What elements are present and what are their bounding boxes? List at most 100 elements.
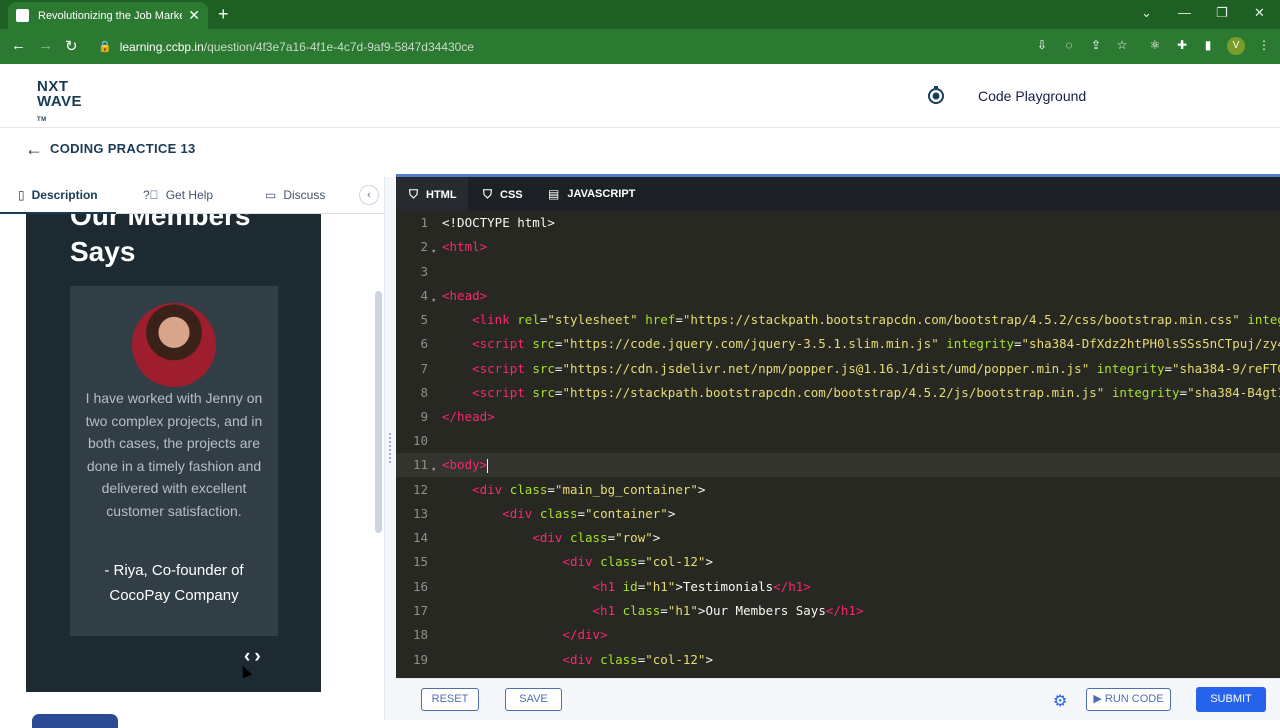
active-line-highlight [396,453,1280,477]
line-number: 16 [412,579,428,594]
back-arrow-icon[interactable]: ← [25,139,43,160]
fold-icon[interactable]: ▾ [431,465,436,475]
extension-react-icon[interactable]: ⚛ [1148,38,1162,52]
description-panel: Our Members Says I have worked with Jenn… [0,214,384,720]
html5-icon: ⛉ [409,187,419,201]
help-circle-icon: ?⃝ [143,188,159,202]
line-number: 18 [412,627,428,642]
code-line: </div> [562,627,608,642]
editor-footer: RESET SAVE ⚙ ▶ RUN CODE SUBMIT [396,678,1280,720]
line-number: 4 [420,288,428,303]
left-panel-tabs: ▯ Description ?⃝ Get Help ▭ Discuss [0,177,384,214]
tab-html[interactable]: ⛉ HTML [409,187,457,202]
line-number: 9 [420,409,428,424]
nxtwave-logo[interactable]: NXT WAVE TM [37,79,82,128]
line-number: 11 [412,457,428,472]
settings-gear-icon[interactable]: ⚙ [1053,691,1067,711]
code-playground-link[interactable]: Code Playground [978,88,1086,104]
line-number: 13 [412,506,428,521]
code-line: <div class="main_bg_container"> [472,482,706,497]
preview-heading: Our Members Says [70,214,251,267]
back-icon[interactable]: ← [11,37,26,54]
new-tab-icon[interactable]: + [218,4,229,25]
text-caret [487,458,489,473]
code-line: <link rel="stylesheet" href="https://sta… [472,312,1280,327]
forward-icon[interactable]: → [38,37,53,54]
line-number: 15 [412,554,428,569]
line-number: 3 [420,264,428,279]
line-number: 7 [420,361,428,376]
tab-css[interactable]: ⛉ CSS [483,187,523,202]
page-title: CODING PRACTICE 13 [50,141,196,156]
code-line: <div class="container"> [502,506,676,521]
document-icon: ▯ [18,188,25,202]
code-line: </head> [442,409,495,424]
bookmark-star-icon[interactable]: ☆ [1115,38,1129,52]
site-header: NXT WAVE TM Code Playground [0,64,1280,128]
fold-icon[interactable]: ▾ [431,296,436,306]
code-line: <h1 id="h1">Testimonials</h1> [592,579,811,594]
close-window-icon[interactable]: ✕ [1254,5,1265,21]
line-number: 6 [420,336,428,351]
close-tab-icon[interactable]: ✕ [188,7,200,24]
tab-search-icon[interactable]: ⌄ [1141,5,1152,21]
run-code-button[interactable]: ▶ RUN CODE [1086,688,1171,711]
avatar [132,303,216,387]
share-icon[interactable]: ⇪ [1089,38,1103,52]
lock-icon: 🔒 [98,41,112,53]
code-line: <div class="col-12"> [562,554,713,569]
stopwatch-icon[interactable] [926,85,946,105]
side-panel-icon[interactable]: ▮ [1201,38,1215,52]
practice-header: ← CODING PRACTICE 13 [0,129,1280,173]
reset-button[interactable]: RESET [421,688,479,711]
save-button[interactable]: SAVE [505,688,562,711]
line-number: 14 [412,530,428,545]
tab-discuss[interactable]: ▭ Discuss [265,188,325,202]
testimonial-card: I have worked with Jenny on two complex … [70,286,278,636]
address-bar: ← → ↻ 🔒 learning.ccbp.in/question/4f3e7a… [0,29,1280,64]
code-line: <html> [442,239,488,254]
testimonial-quote: I have worked with Jenny on two complex … [85,390,263,519]
code-line: <!DOCTYPE html> [442,215,555,230]
code-line: <script src="https://stackpath.bootstrap… [472,385,1280,400]
code-line: <h1 class="h1">Our Members Says</h1> [592,603,864,618]
fold-icon[interactable]: ▾ [431,247,436,257]
install-icon[interactable]: ⇩ [1035,38,1049,52]
js-file-icon: ▤ [548,187,560,201]
code-line: <script src="https://cdn.jsdelivr.net/np… [472,361,1280,376]
line-number: 12 [412,482,428,497]
eye-off-icon[interactable]: ◌ [1062,38,1076,52]
line-number: 1 [420,215,428,230]
line-number: 5 [420,312,428,327]
css3-icon: ⛉ [483,187,493,201]
line-number: 8 [420,385,428,400]
left-panel-button[interactable] [32,714,118,728]
collapse-panel-button[interactable]: ‹ [359,185,379,205]
line-number: 10 [412,433,428,448]
line-number: 2 [420,239,428,254]
drag-handle-icon[interactable] [389,433,391,463]
browser-menu-icon[interactable]: ⋮ [1257,38,1271,52]
tab-description[interactable]: ▯ Description [18,188,98,202]
maximize-icon[interactable]: ❐ [1216,5,1228,21]
tab-get-help[interactable]: ?⃝ Get Help [143,188,213,202]
tab-javascript[interactable]: ▤ JAVASCRIPT [548,187,635,201]
submit-button[interactable]: SUBMIT [1196,687,1266,712]
code-line: <head> [442,288,488,303]
output-preview: Our Members Says I have worked with Jenn… [26,214,321,692]
url-host: learning.ccbp.in [119,39,204,54]
reload-icon[interactable]: ↻ [65,37,78,55]
code-line: <div class="row"> [532,530,661,545]
profile-avatar[interactable]: V [1227,37,1245,55]
minimize-icon[interactable]: — [1178,5,1191,20]
code-line: <script src="https://code.jquery.com/jqu… [472,336,1280,351]
url-field[interactable]: 🔒 learning.ccbp.in/question/4f3e7a16-4f1… [88,32,1138,61]
extensions-puzzle-icon[interactable]: ✚ [1175,38,1189,52]
url-path: /question/4f3e7a16-4f1e-4c7d-9af9-5847d3… [203,39,474,54]
browser-tab[interactable]: Revolutionizing the Job Market | ✕ [8,2,208,29]
code-editor[interactable]: 1 2 3 4 5 6 7 8 9 10 11 12 13 14 15 16 17 18 19 ▾ ▾ ▾ <!DO… [396,211,1280,678]
left-panel-scrollbar[interactable] [375,291,382,533]
line-number: 19 [412,652,428,667]
favicon-icon [16,9,29,22]
code-line: <body> [442,457,489,473]
